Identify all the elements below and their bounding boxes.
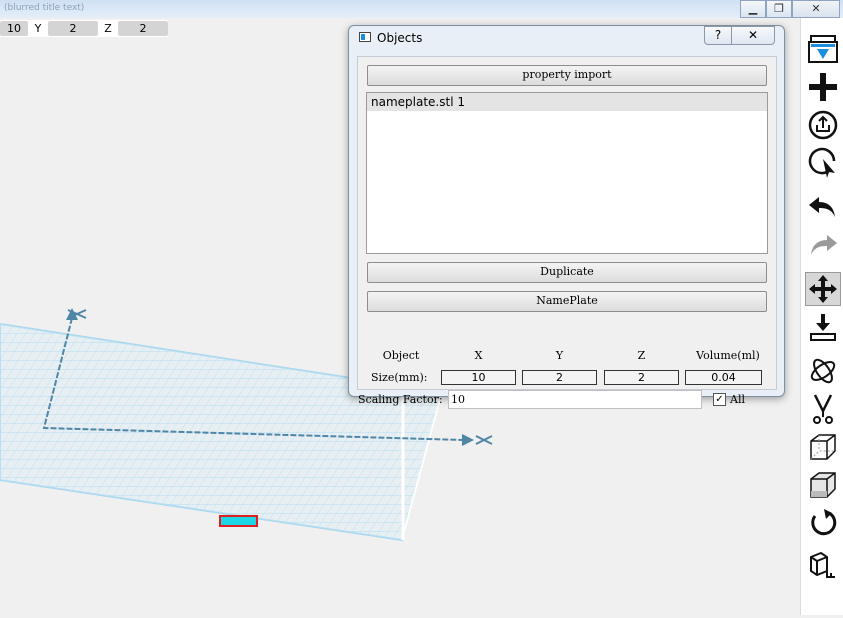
undo-button[interactable] xyxy=(805,190,841,224)
x-value: 10 xyxy=(0,21,28,36)
y-value: 2 xyxy=(48,21,98,36)
size-label: Size(mm): xyxy=(371,371,428,384)
scaling-label: Scaling Factor: xyxy=(358,393,443,406)
volume-field: 0.04 xyxy=(685,370,762,385)
help-button[interactable]: ? xyxy=(704,26,732,45)
select-icon xyxy=(808,147,836,178)
solid-view-button[interactable] xyxy=(805,468,841,502)
y-header: Y xyxy=(555,349,564,362)
size-x-field: 10 xyxy=(441,370,516,385)
drop-to-bed-button[interactable] xyxy=(805,310,841,344)
move-icon xyxy=(809,275,837,303)
settings-button[interactable] xyxy=(805,548,841,582)
property-import-button[interactable]: property import xyxy=(367,65,767,86)
y-label: Y xyxy=(34,22,42,35)
redo-button[interactable] xyxy=(805,228,841,262)
size-z-field: 2 xyxy=(604,370,679,385)
all-label: All xyxy=(730,393,745,406)
objects-dialog: Objects ? ✕ property import nameplate.st… xyxy=(348,25,785,409)
reset-view-icon xyxy=(811,509,837,536)
dialog-title: Objects xyxy=(377,31,423,45)
nameplate-button[interactable]: NamePlate xyxy=(367,291,767,312)
close-button[interactable]: ✕ xyxy=(792,0,840,18)
print-icon xyxy=(808,35,838,63)
solid-cube-icon xyxy=(810,472,836,498)
size-y-field: 2 xyxy=(522,370,597,385)
undo-icon xyxy=(809,197,835,217)
x-axis-arrow xyxy=(462,434,474,446)
drop-to-bed-icon xyxy=(810,314,836,341)
window-title: (blurred title text) xyxy=(4,3,85,13)
z-value: 2 xyxy=(118,21,168,36)
add-icon xyxy=(809,73,837,101)
scaling-factor-input[interactable]: 10 xyxy=(448,390,702,409)
export-button[interactable] xyxy=(805,108,841,142)
rotate-axes-button[interactable] xyxy=(805,354,841,388)
nameplate-object xyxy=(219,515,258,527)
list-item[interactable]: nameplate.stl 1 xyxy=(367,93,767,111)
object-list[interactable]: nameplate.stl 1 xyxy=(366,92,768,254)
settings-icon xyxy=(810,551,835,578)
cut-button[interactable] xyxy=(805,392,841,426)
coordinate-readout: 10 Y 2 Z 2 xyxy=(0,20,168,37)
volume-header: Volume(ml) xyxy=(696,349,760,362)
export-icon xyxy=(808,110,838,140)
redo-icon xyxy=(811,235,837,255)
wireframe-cube-icon xyxy=(810,434,836,460)
dialog-close-button[interactable]: ✕ xyxy=(731,26,775,45)
window-titlebar: (blurred title text) ▁ ❐ ✕ xyxy=(0,0,843,18)
reset-view-button[interactable] xyxy=(805,506,841,540)
minimize-button[interactable]: ▁ xyxy=(740,0,766,18)
print-button[interactable] xyxy=(805,32,841,66)
rotate-axes-icon xyxy=(810,358,836,384)
cut-icon xyxy=(813,394,833,424)
duplicate-button[interactable]: Duplicate xyxy=(367,262,767,283)
all-checkbox[interactable]: ✓ xyxy=(713,393,726,406)
restore-button[interactable]: ❐ xyxy=(766,0,792,18)
x-header: X xyxy=(474,349,483,362)
add-button[interactable] xyxy=(805,70,841,104)
object-header: Object xyxy=(382,349,420,362)
right-toolbar xyxy=(800,18,843,615)
select-button[interactable] xyxy=(805,146,841,180)
move-button[interactable] xyxy=(805,272,841,306)
wireframe-view-button[interactable] xyxy=(805,430,841,464)
dialog-body: property import nameplate.stl 1 Duplicat… xyxy=(357,56,777,409)
z-header: Z xyxy=(637,349,646,362)
z-label: Z xyxy=(104,22,112,35)
